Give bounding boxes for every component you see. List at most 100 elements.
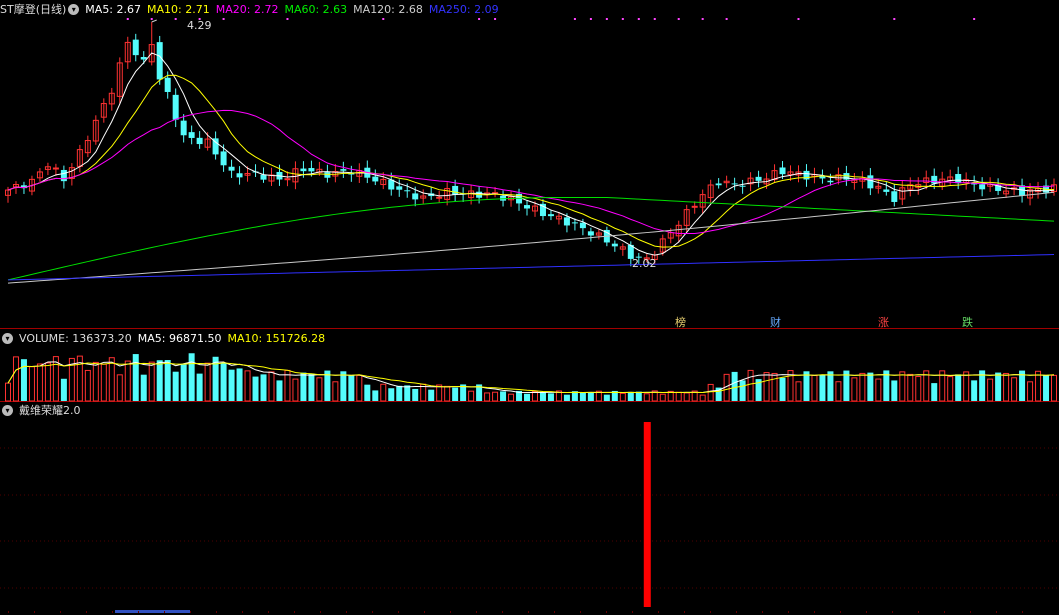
axis-tick [1022, 611, 1023, 613]
volume-bar [276, 380, 283, 401]
volume-bar [36, 363, 43, 402]
volume-bar [116, 374, 123, 402]
volume-bar [12, 356, 19, 402]
axis-tick [372, 611, 373, 613]
volume-bar [683, 392, 690, 402]
axis-tick [502, 611, 503, 613]
volume-bar [164, 360, 171, 401]
axis-tick [86, 611, 87, 613]
volume-value: VOLUME: 136373.20 [19, 331, 132, 345]
flag-cai[interactable]: 财 [770, 314, 781, 330]
candle-body [436, 196, 443, 199]
axis-tick [632, 611, 633, 613]
candle-body [883, 189, 890, 192]
volume-bar [172, 371, 179, 401]
volume-bar [1027, 381, 1034, 402]
candle-body [52, 167, 59, 170]
axis-tick [190, 611, 191, 613]
volume-bar [452, 387, 459, 401]
volume-bar [20, 359, 27, 401]
event-dot [126, 18, 129, 20]
axis-tick [762, 611, 763, 613]
volume-bar [308, 373, 315, 401]
candle-body [931, 175, 938, 184]
candle-body [228, 166, 235, 171]
candle-body [220, 151, 227, 166]
candle-body [300, 168, 307, 172]
volume-bar [819, 375, 826, 401]
candle-body [412, 193, 419, 200]
volume-bar [995, 372, 1002, 401]
flag-die[interactable]: 跌 [962, 314, 973, 330]
volume-bar [244, 370, 251, 402]
volume-bar [484, 392, 491, 402]
volume-bar [364, 384, 371, 401]
axis-tick [684, 611, 685, 613]
event-dot [653, 18, 656, 20]
candle-body [396, 186, 403, 190]
volume-bar [156, 360, 163, 401]
axis-tick [554, 611, 555, 613]
event-dot [637, 18, 640, 20]
axis-tick [658, 611, 659, 613]
volume-ma5: MA5: 96871.50 [137, 331, 222, 345]
ma20-line [7, 109, 1055, 235]
volume-bar [803, 371, 810, 401]
flag-bang[interactable]: 榜 [675, 314, 686, 330]
volume-bar [587, 392, 594, 401]
chart-stage: ST摩登(日线) ▾ MA5: 2.67 MA10: 2.71 MA20: 2.… [0, 0, 1059, 615]
axis-tick [814, 611, 815, 613]
volume-bar [739, 380, 746, 401]
event-dot [222, 18, 225, 20]
chevron-down-icon[interactable]: ▾ [2, 404, 13, 416]
chevron-down-icon[interactable]: ▾ [2, 332, 13, 344]
candle-body [547, 214, 554, 217]
candle-body [755, 176, 762, 181]
volume-bar [963, 371, 970, 402]
volume-bar [340, 371, 347, 401]
axis-tick [320, 611, 321, 613]
flag-zhang[interactable]: 涨 [878, 314, 889, 330]
axis-tick [580, 611, 581, 613]
volume-bar [875, 378, 882, 402]
volume-bar [563, 394, 570, 401]
volume-bar [915, 376, 922, 402]
axis-tick [944, 611, 945, 613]
volume-bar [771, 372, 778, 402]
candle-body [731, 183, 738, 185]
ma250-label: MA250: 2.09 [428, 2, 499, 16]
axis-tick [242, 611, 243, 613]
volume-bar [675, 391, 682, 402]
volume-bar [236, 368, 243, 401]
candle-body [60, 169, 67, 182]
volume-bar [627, 391, 634, 401]
volume-bar [619, 392, 626, 402]
volume-bar [140, 374, 147, 401]
volume-bar [180, 364, 187, 401]
volume-header: ▾ VOLUME: 136373.20 MA5: 96871.50 MA10: … [0, 330, 331, 346]
volume-bar [508, 393, 515, 402]
volume-bar [316, 377, 323, 402]
axis-tick [294, 611, 295, 613]
axis-tick [710, 611, 711, 613]
ma120-label: MA120: 2.68 [353, 2, 423, 16]
axis-tick [996, 611, 997, 613]
axis-tick [606, 611, 607, 613]
candle-body [891, 191, 898, 202]
volume-bar [44, 362, 51, 402]
volume-bar [220, 363, 227, 401]
volume-bar [388, 388, 395, 401]
volume-bar [643, 393, 650, 402]
volume-bar [827, 371, 834, 401]
candle-body [260, 174, 267, 180]
candle-body [827, 180, 834, 183]
candle-body [452, 185, 459, 195]
flag-die-label: 跌 [962, 316, 973, 329]
axis-tick [268, 611, 269, 613]
candle-body [779, 167, 786, 175]
indicator-header: ▾ 戴维荣耀2.0 [0, 402, 87, 418]
volume-bar [252, 376, 259, 401]
axis-tick [970, 611, 971, 613]
candle-body [819, 176, 826, 179]
chevron-down-icon[interactable]: ▾ [68, 3, 80, 15]
